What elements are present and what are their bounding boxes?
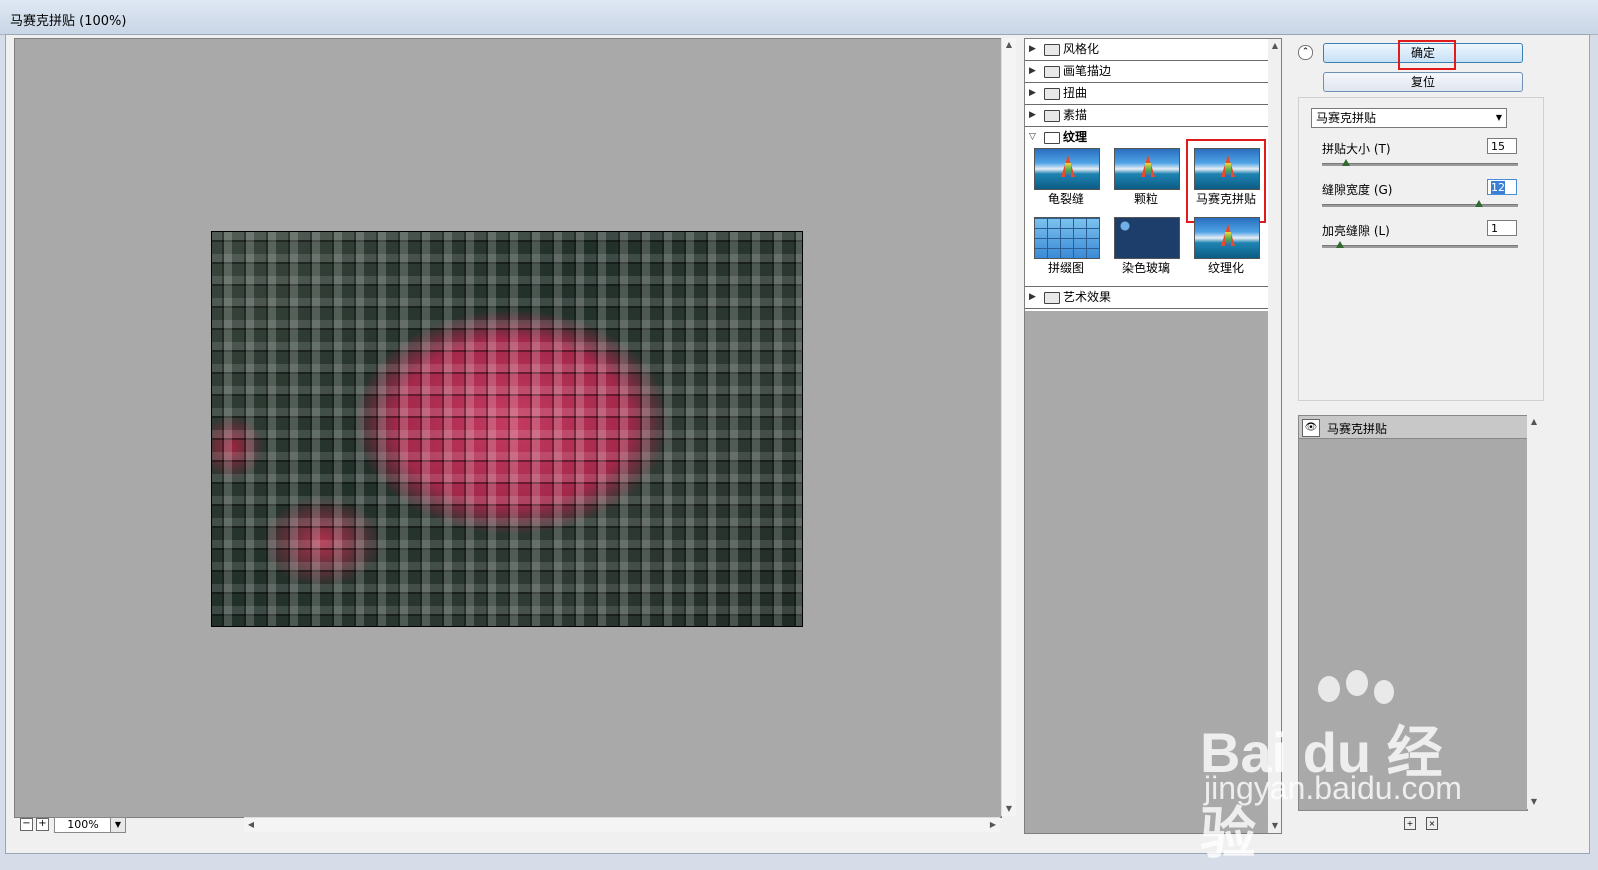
scroll-left-icon[interactable]: ◀ bbox=[244, 818, 258, 832]
effect-layers-panel: 👁 马赛克拼贴 bbox=[1298, 415, 1528, 811]
category-label: 素描 bbox=[1063, 108, 1088, 122]
scroll-down-icon[interactable]: ▼ bbox=[1527, 795, 1541, 809]
preview-horizontal-scrollbar[interactable]: ◀ ▶ bbox=[244, 817, 1000, 832]
lighten-grout-input[interactable]: 1 bbox=[1487, 220, 1517, 236]
window-title: 马赛克拼贴 (100%) bbox=[10, 14, 127, 29]
folder-icon bbox=[1044, 88, 1060, 100]
collapse-gallery-icon[interactable]: ⌃ bbox=[1298, 45, 1313, 60]
grout-width-value: 12 bbox=[1491, 181, 1505, 194]
lighten-grout-slider-handle[interactable] bbox=[1336, 241, 1344, 248]
preview-vertical-scrollbar[interactable]: ▲ ▼ bbox=[1001, 38, 1016, 816]
title-bar: 马赛克拼贴 (100%) bbox=[0, 0, 1598, 35]
expand-arrow-icon[interactable]: ▶ bbox=[1029, 39, 1036, 60]
grout-width-label: 缝隙宽度 (G) bbox=[1322, 183, 1393, 197]
scroll-up-icon[interactable]: ▲ bbox=[1268, 39, 1282, 53]
filter-select[interactable]: 马赛克拼贴 ▼ bbox=[1311, 108, 1507, 128]
category-sketch[interactable]: ▶ 素描 bbox=[1025, 105, 1268, 127]
collapse-arrow-icon[interactable]: ▽ bbox=[1029, 127, 1036, 148]
sail-stripe bbox=[1065, 163, 1071, 177]
scroll-down-icon[interactable]: ▼ bbox=[1002, 802, 1016, 816]
open-folder-icon bbox=[1044, 132, 1060, 144]
effect-layer-row[interactable]: 👁 马赛克拼贴 bbox=[1299, 416, 1527, 439]
category-label: 风格化 bbox=[1063, 42, 1100, 56]
filter-list: ▶ 风格化 ▶ 画笔描边 ▶ 扭曲 ▶ 素描 ▽ 纹理 龟裂缝 颗粒 马赛克拼贴… bbox=[1025, 39, 1268, 311]
scroll-down-icon[interactable]: ▼ bbox=[1268, 819, 1282, 833]
filter-label-patchwork[interactable]: 拼缀图 bbox=[1026, 259, 1106, 276]
zoom-level-field[interactable]: 100% bbox=[54, 817, 112, 833]
folder-icon bbox=[1044, 66, 1060, 78]
category-label: 纹理 bbox=[1063, 130, 1088, 144]
sail-stripe bbox=[1225, 232, 1231, 246]
zoom-dropdown-icon[interactable]: ▼ bbox=[110, 817, 126, 833]
tile-size-slider-handle[interactable] bbox=[1342, 159, 1350, 166]
expand-arrow-icon[interactable]: ▶ bbox=[1029, 61, 1036, 82]
ok-button-highlight bbox=[1398, 40, 1456, 70]
tile-size-label: 拼贴大小 (T) bbox=[1322, 142, 1391, 156]
folder-icon bbox=[1044, 110, 1060, 122]
category-label: 艺术效果 bbox=[1063, 290, 1112, 304]
chevron-down-icon: ▼ bbox=[1495, 113, 1502, 122]
filter-thumb-stained-glass[interactable] bbox=[1114, 217, 1180, 259]
grout-width-slider-handle[interactable] bbox=[1475, 200, 1483, 207]
filter-label-grain[interactable]: 颗粒 bbox=[1106, 190, 1186, 207]
filter-label-craquelure[interactable]: 龟裂缝 bbox=[1026, 190, 1106, 207]
tile-size-input[interactable]: 15 bbox=[1487, 138, 1517, 154]
trash-icon[interactable]: × bbox=[1426, 817, 1438, 830]
folder-icon bbox=[1044, 44, 1060, 56]
reset-button[interactable]: 复位 bbox=[1323, 72, 1523, 92]
expand-arrow-icon[interactable]: ▶ bbox=[1029, 83, 1036, 104]
scroll-right-icon[interactable]: ▶ bbox=[986, 818, 1000, 832]
scroll-up-icon[interactable]: ▲ bbox=[1527, 415, 1541, 429]
effect-layer-name: 马赛克拼贴 bbox=[1327, 422, 1388, 436]
sail-stripe bbox=[1145, 163, 1151, 177]
lighten-grout-slider[interactable] bbox=[1322, 245, 1518, 248]
grout-width-slider[interactable] bbox=[1322, 204, 1518, 207]
preview-image bbox=[211, 231, 803, 627]
filter-thumb-texturizer[interactable] bbox=[1194, 217, 1260, 259]
category-stylize[interactable]: ▶ 风格化 bbox=[1025, 39, 1268, 61]
category-brush-strokes[interactable]: ▶ 画笔描边 bbox=[1025, 61, 1268, 83]
filter-thumb-patchwork[interactable] bbox=[1034, 217, 1100, 259]
filter-thumb-grain[interactable] bbox=[1114, 148, 1180, 190]
filter-label-texturizer[interactable]: 纹理化 bbox=[1186, 259, 1266, 276]
folder-icon bbox=[1044, 292, 1060, 304]
category-distort[interactable]: ▶ 扭曲 bbox=[1025, 83, 1268, 105]
zoom-out-button[interactable]: − bbox=[20, 818, 33, 831]
selected-filter-highlight bbox=[1186, 139, 1266, 223]
grout-width-input[interactable]: 12 bbox=[1487, 179, 1517, 195]
expand-arrow-icon[interactable]: ▶ bbox=[1029, 105, 1036, 126]
tile-size-slider[interactable] bbox=[1322, 163, 1518, 166]
filter-thumb-craquelure[interactable] bbox=[1034, 148, 1100, 190]
filter-label-stained-glass[interactable]: 染色玻璃 bbox=[1106, 259, 1186, 276]
gallery-scrollbar[interactable]: ▲ ▼ bbox=[1268, 39, 1281, 833]
category-label: 画笔描边 bbox=[1063, 64, 1112, 78]
new-effect-layer-icon[interactable]: + bbox=[1404, 817, 1416, 830]
lighten-grout-label: 加亮缝隙 (L) bbox=[1322, 224, 1390, 238]
scroll-up-icon[interactable]: ▲ bbox=[1002, 38, 1016, 52]
zoom-in-button[interactable]: + bbox=[36, 818, 49, 831]
category-label: 扭曲 bbox=[1063, 86, 1088, 100]
layers-scrollbar[interactable]: ▲ ▼ bbox=[1527, 415, 1541, 809]
expand-arrow-icon[interactable]: ▶ bbox=[1029, 287, 1036, 308]
preview-canvas[interactable] bbox=[14, 38, 1002, 818]
eye-icon[interactable]: 👁 bbox=[1302, 419, 1320, 437]
filter-select-value: 马赛克拼贴 bbox=[1316, 111, 1377, 125]
category-artistic[interactable]: ▶ 艺术效果 bbox=[1025, 286, 1268, 309]
filter-gallery: ▶ 风格化 ▶ 画笔描边 ▶ 扭曲 ▶ 素描 ▽ 纹理 龟裂缝 颗粒 马赛克拼贴… bbox=[1024, 38, 1282, 834]
